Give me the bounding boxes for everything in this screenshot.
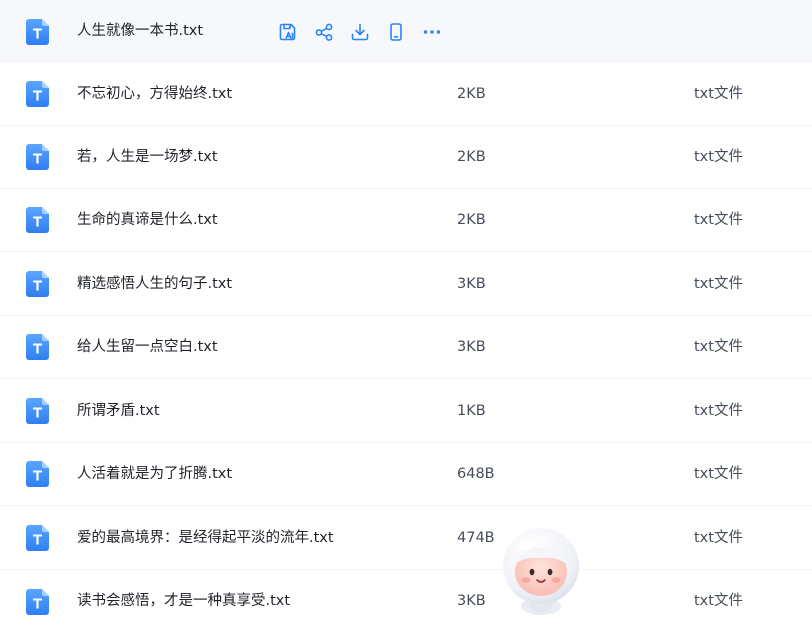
file-list: 人生就像一本书.txt 不忘初心，方得始终.txt 2KB txt文件 若，人生… <box>0 0 812 619</box>
file-row[interactable]: 人生就像一本书.txt <box>0 0 812 63</box>
file-type: txt文件 <box>694 149 743 165</box>
save-to-drive-button[interactable] <box>276 20 300 44</box>
file-name[interactable]: 人活着就是为了折腾.txt <box>77 443 232 506</box>
download-button[interactable] <box>348 20 372 44</box>
file-size: 648B <box>457 466 495 482</box>
file-type: txt文件 <box>694 276 743 292</box>
share-icon <box>315 23 333 41</box>
file-size: 2KB <box>457 86 486 102</box>
assistant-mascot-icon[interactable] <box>496 524 586 616</box>
file-type: txt文件 <box>694 339 743 355</box>
file-type: txt文件 <box>694 466 743 482</box>
row-actions <box>276 20 456 44</box>
txt-file-icon <box>26 588 49 615</box>
file-name[interactable]: 给人生留一点空白.txt <box>77 316 218 379</box>
txt-file-icon <box>26 18 49 45</box>
file-size: 3KB <box>457 593 486 609</box>
file-size: 3KB <box>457 339 486 355</box>
save-to-drive-icon <box>279 23 296 41</box>
file-row[interactable]: 生命的真谛是什么.txt 2KB txt文件 <box>0 189 812 252</box>
file-name[interactable]: 不忘初心，方得始终.txt <box>77 63 232 126</box>
file-row[interactable]: 给人生留一点空白.txt 3KB txt文件 <box>0 316 812 379</box>
file-row[interactable]: 精选感悟人生的句子.txt 3KB txt文件 <box>0 253 812 316</box>
phone-icon <box>390 23 402 41</box>
txt-file-icon <box>26 334 49 360</box>
file-name[interactable]: 生命的真谛是什么.txt <box>77 189 218 252</box>
file-size: 3KB <box>457 276 486 292</box>
file-row[interactable]: 爱的最高境界：是经得起平淡的流年.txt 474B txt文件 <box>0 507 812 570</box>
file-row[interactable]: 若，人生是一场梦.txt 2KB txt文件 <box>0 126 812 189</box>
file-type: txt文件 <box>694 212 743 228</box>
file-type: txt文件 <box>694 403 743 419</box>
txt-file-icon <box>26 207 49 233</box>
file-type: txt文件 <box>694 593 743 609</box>
more-icon <box>423 30 441 34</box>
txt-file-icon <box>26 398 49 424</box>
file-row[interactable]: 不忘初心，方得始终.txt 2KB txt文件 <box>0 63 812 126</box>
txt-file-icon <box>26 271 49 297</box>
file-size: 2KB <box>457 149 486 165</box>
file-type: txt文件 <box>694 86 743 102</box>
file-size: 2KB <box>457 212 486 228</box>
txt-file-icon <box>26 461 49 487</box>
file-name[interactable]: 爱的最高境界：是经得起平淡的流年.txt <box>77 507 334 570</box>
txt-file-icon <box>26 144 49 170</box>
file-type: txt文件 <box>694 530 743 546</box>
file-name[interactable]: 读书会感悟，才是一种真享受.txt <box>77 570 290 633</box>
more-button[interactable] <box>420 20 444 44</box>
file-size: 474B <box>457 530 495 546</box>
file-row[interactable]: 人活着就是为了折腾.txt 648B txt文件 <box>0 443 812 506</box>
download-icon <box>351 23 369 41</box>
file-name[interactable]: 精选感悟人生的句子.txt <box>77 253 232 316</box>
file-name[interactable]: 若，人生是一场梦.txt <box>77 126 218 189</box>
send-to-phone-button[interactable] <box>384 20 408 44</box>
file-row[interactable]: 读书会感悟，才是一种真享受.txt 3KB txt文件 <box>0 570 812 633</box>
txt-file-icon <box>26 525 49 551</box>
file-name[interactable]: 所谓矛盾.txt <box>77 380 160 443</box>
txt-file-icon <box>26 81 49 107</box>
file-row[interactable]: 所谓矛盾.txt 1KB txt文件 <box>0 380 812 443</box>
share-button[interactable] <box>312 20 336 44</box>
file-size: 1KB <box>457 403 486 419</box>
file-name[interactable]: 人生就像一本书.txt <box>77 0 203 63</box>
